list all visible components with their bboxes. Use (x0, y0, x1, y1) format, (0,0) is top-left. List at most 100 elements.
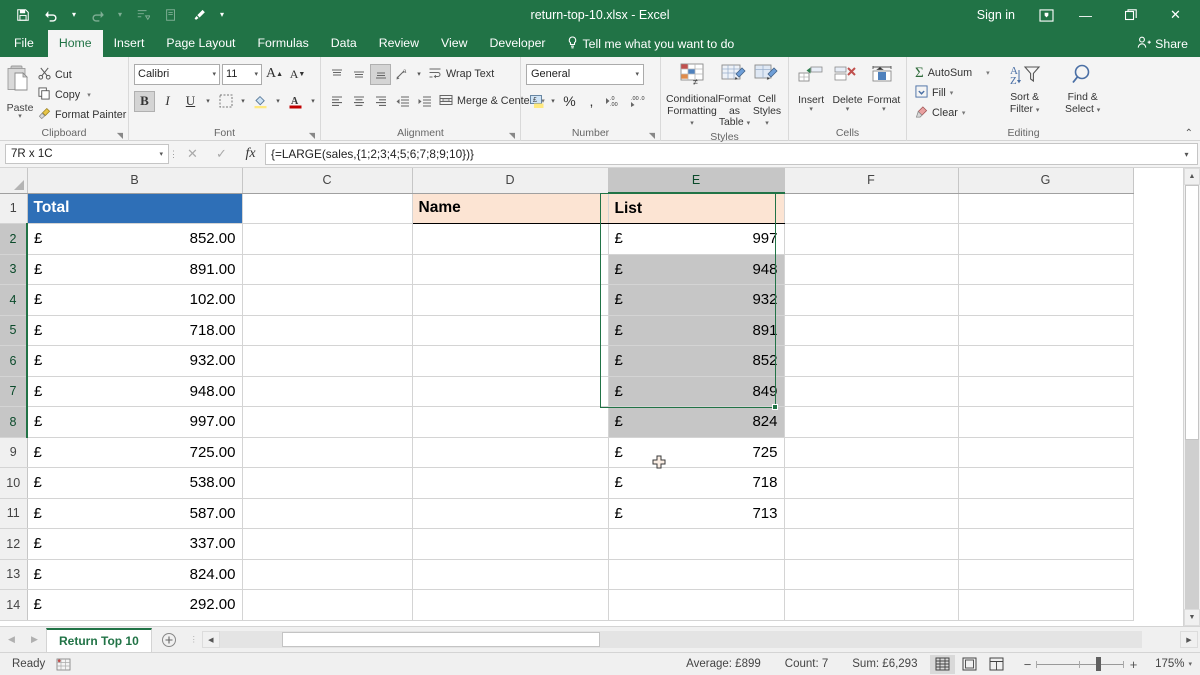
sort-filter-button[interactable]: AZ Sort & Filter ▾ (999, 62, 1051, 116)
tab-formulas[interactable]: Formulas (246, 30, 319, 57)
save-icon[interactable] (10, 3, 36, 27)
copy-button[interactable]: Copy ▾ (35, 85, 129, 104)
row-header-5[interactable]: 5 (0, 315, 27, 346)
cell-G7[interactable] (958, 376, 1133, 407)
enter-formula-icon[interactable]: ✓ (207, 143, 236, 165)
zoom-level-label[interactable]: 175% (1142, 658, 1188, 670)
tell-me-search[interactable]: Tell me what you want to do (557, 30, 745, 57)
cell-G12[interactable] (958, 529, 1133, 560)
delete-caret-icon[interactable]: ▾ (846, 106, 850, 114)
cell-E10[interactable]: £718 (608, 468, 784, 499)
cell-D12[interactable] (412, 529, 608, 560)
font-family-select[interactable]: Calibri ▾ (134, 64, 220, 85)
cell-B8[interactable]: £997.00 (27, 407, 242, 438)
undo-icon[interactable] (38, 3, 64, 27)
vertical-scroll-track[interactable] (1185, 440, 1199, 609)
cell-D14[interactable] (412, 590, 608, 621)
cell-E12[interactable] (608, 529, 784, 560)
fill-button[interactable]: Fill ▾ (912, 83, 993, 103)
cell-D7[interactable] (412, 376, 608, 407)
format-caret-icon[interactable]: ▾ (882, 106, 886, 114)
row-header-14[interactable]: 14 (0, 590, 27, 621)
row-header-9[interactable]: 9 (0, 437, 27, 468)
cell-D4[interactable] (412, 285, 608, 316)
conditional-formatting-button[interactable]: ≠ Conditional Formatting ▾ (666, 62, 718, 130)
cell-F2[interactable] (784, 224, 958, 255)
cell-F8[interactable] (784, 407, 958, 438)
cell-styles-button[interactable]: Cell Styles ▾ (751, 62, 783, 130)
cell-C7[interactable] (242, 376, 412, 407)
sort-filter-icon[interactable] (130, 3, 156, 27)
tab-developer[interactable]: Developer (478, 30, 556, 57)
cell-B6[interactable]: £932.00 (27, 346, 242, 377)
align-middle-button[interactable] (348, 64, 369, 85)
tab-home[interactable]: Home (48, 30, 103, 57)
format-painter-icon[interactable] (186, 3, 212, 27)
redo-icon[interactable] (84, 3, 110, 27)
redo-caret-icon[interactable]: ▾ (112, 3, 128, 27)
tab-review[interactable]: Review (368, 30, 430, 57)
cell-E4[interactable]: £932 (608, 285, 784, 316)
autosum-caret-icon[interactable]: ▾ (986, 69, 990, 77)
cell-E5[interactable]: £891 (608, 315, 784, 346)
cell-B3[interactable]: £891.00 (27, 254, 242, 285)
cell-F12[interactable] (784, 529, 958, 560)
align-right-button[interactable] (370, 91, 391, 112)
format-painter-button[interactable]: Format Painter (35, 105, 129, 124)
cell-E14[interactable] (608, 590, 784, 621)
cell-B11[interactable]: £587.00 (27, 498, 242, 529)
row-header-12[interactable]: 12 (0, 529, 27, 560)
scroll-right-icon[interactable]: ▶ (1180, 631, 1198, 648)
row-header-2[interactable]: 2 (0, 224, 27, 255)
formula-input[interactable]: {=LARGE(sales,{1;2;3;4;5;6;7;8;9;10})} (265, 143, 1176, 165)
cell-C4[interactable] (242, 285, 412, 316)
cell-G8[interactable] (958, 407, 1133, 438)
align-center-button[interactable] (348, 91, 369, 112)
align-bottom-button[interactable] (370, 64, 391, 85)
scroll-down-icon[interactable]: ▼ (1184, 609, 1200, 626)
print-preview-icon[interactable] (158, 3, 184, 27)
cell-F9[interactable] (784, 437, 958, 468)
cell-G1[interactable] (958, 193, 1133, 224)
undo-caret-icon[interactable]: ▾ (66, 3, 82, 27)
cell-E9[interactable]: £725 (608, 437, 784, 468)
cell-F10[interactable] (784, 468, 958, 499)
cell-B9[interactable]: £725.00 (27, 437, 242, 468)
cell-B5[interactable]: £718.00 (27, 315, 242, 346)
underline-button[interactable]: U (180, 91, 201, 112)
cell-C10[interactable] (242, 468, 412, 499)
align-top-button[interactable] (326, 64, 347, 85)
fill-caret-icon[interactable]: ▾ (950, 89, 954, 97)
cell-G6[interactable] (958, 346, 1133, 377)
comma-format-button[interactable]: , (581, 91, 602, 112)
cell-E3[interactable]: £948 (608, 254, 784, 285)
share-button[interactable]: Share (1137, 36, 1194, 52)
cell-E1[interactable]: List (608, 193, 784, 224)
cell-C3[interactable] (242, 254, 412, 285)
cell-B1[interactable]: Total (27, 193, 242, 224)
cell-F13[interactable] (784, 559, 958, 590)
row-header-1[interactable]: 1 (0, 193, 27, 224)
cancel-formula-icon[interactable]: ✕ (178, 143, 207, 165)
italic-button[interactable]: I (157, 91, 178, 112)
cell-E8[interactable]: £824 (608, 407, 784, 438)
insert-function-icon[interactable]: fx (236, 143, 265, 165)
grow-font-button[interactable]: A▲ (264, 64, 285, 85)
normal-view-button[interactable] (930, 655, 955, 674)
fill-handle[interactable] (772, 404, 778, 410)
clear-button[interactable]: Clear ▾ (912, 103, 993, 123)
cell-F14[interactable] (784, 590, 958, 621)
bold-button[interactable]: B (134, 91, 155, 112)
vertical-scroll-thumb[interactable] (1185, 185, 1199, 440)
cell-E2[interactable]: £997 (608, 224, 784, 255)
cell-E7[interactable]: £849 (608, 376, 784, 407)
row-header-4[interactable]: 4 (0, 285, 27, 316)
cell-C13[interactable] (242, 559, 412, 590)
scroll-left-icon[interactable]: ◀ (202, 631, 220, 648)
tab-data[interactable]: Data (320, 30, 368, 57)
decrease-indent-button[interactable] (392, 91, 413, 112)
cell-G13[interactable] (958, 559, 1133, 590)
copy-caret-icon[interactable]: ▾ (87, 91, 91, 99)
borders-button[interactable] (215, 91, 236, 112)
horizontal-scroll-thumb[interactable] (282, 632, 600, 647)
